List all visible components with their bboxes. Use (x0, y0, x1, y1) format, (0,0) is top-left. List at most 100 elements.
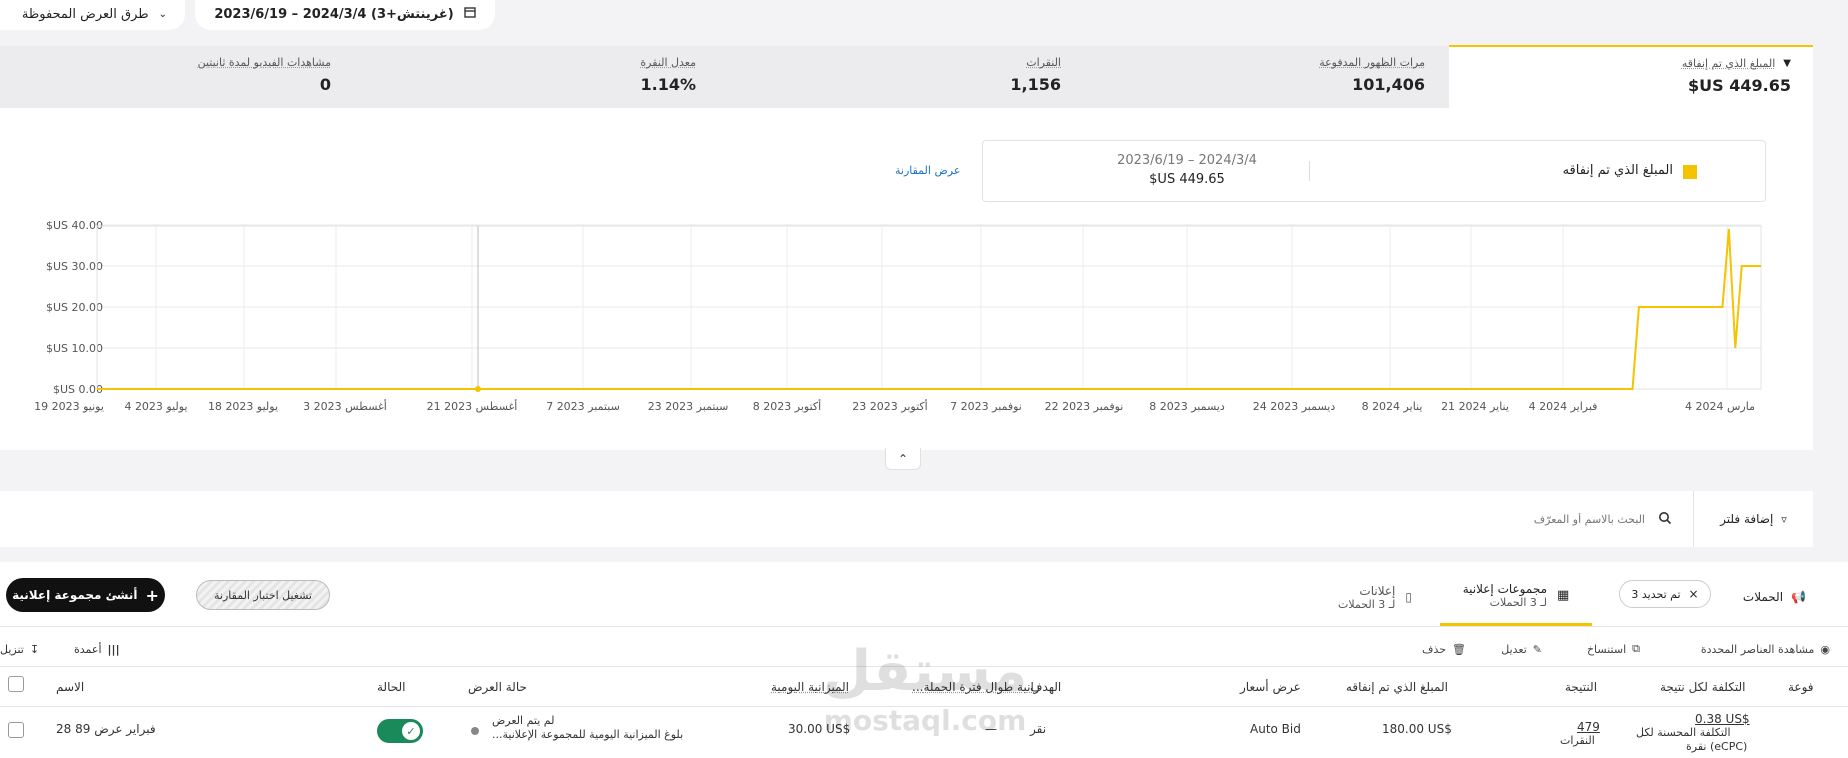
y-tick-label: $US 10.00 (46, 342, 103, 355)
caret-down-icon[interactable]: ▼ (1783, 58, 1791, 69)
tabs-divider (0, 626, 1848, 627)
tab-ads-label: إعلانات (1359, 583, 1396, 598)
metric-ctr[interactable]: معدل النقرة 1.14% (500, 46, 696, 108)
collapse-chart-button[interactable]: ⌃ (885, 448, 921, 470)
cell-goal: نقر (1030, 722, 1047, 736)
cell-cost-value[interactable]: 0.38 US$ (1695, 712, 1750, 726)
run-test-button[interactable]: تشغيل اختبار المقارنة (196, 580, 330, 610)
metric-impressions[interactable]: مرات الظهور المدفوعة 101,406 (1180, 46, 1425, 108)
search-input[interactable] (1200, 505, 1645, 533)
megaphone-icon: 📢 (1791, 590, 1806, 604)
col-delivery[interactable]: حالة العرض (468, 680, 527, 694)
metric-ctr-label: معدل النقرة (640, 56, 696, 69)
date-range-button[interactable]: 2023/6/19 – 2024/3/4 (غرينتش+3) (195, 0, 495, 30)
x-tick-label: 18 يوليو 2023 (208, 400, 278, 413)
series-line (97, 229, 1761, 390)
eye-icon: ◉ (1820, 642, 1830, 656)
col-result[interactable]: النتيجة (1565, 680, 1597, 694)
toggle-knob: ✓ (402, 722, 420, 740)
tab-ad-groups-sub: لـ 3 الحملات (1489, 596, 1547, 609)
y-tick-label: $US 0.00 (53, 383, 103, 396)
x-tick-label: 4 فبراير 2024 (1529, 400, 1598, 413)
tab-campaigns[interactable]: الحملات 📢 (1718, 582, 1806, 612)
cell-spent: 180.00 US$ (1382, 722, 1452, 736)
columns-label: أعمدة (74, 642, 102, 656)
cell-result-value[interactable]: 479 (1577, 720, 1600, 734)
x-tick-label: 21 أغسطس 2023 (427, 399, 518, 413)
metric-impressions-label: مرات الظهور المدفوعة (1319, 56, 1425, 69)
col-daily-budget[interactable]: الميزانية اليومية (771, 680, 849, 694)
col-status[interactable]: الحالة (377, 680, 405, 694)
edit-button[interactable]: تعديل ✎ (1480, 638, 1542, 660)
x-tick-label: 8 يناير 2024 (1362, 400, 1423, 413)
x-tick-label: 7 نوفمبر 2023 (950, 400, 1022, 413)
selected-chip[interactable]: تم تحديد 3 × (1619, 580, 1711, 608)
cell-cost-sub1: التكلفة المحسنة لكل (1636, 726, 1731, 739)
metric-impressions-value: 101,406 (1352, 75, 1425, 94)
cell-cost-sub2: نقرة (eCPC) (1686, 740, 1748, 753)
chevron-down-icon: ⌄ (158, 8, 167, 20)
x-tick-label: 8 أكتوبر 2023 (753, 399, 821, 413)
close-icon[interactable]: × (1689, 587, 1699, 601)
add-filter-button[interactable]: إضافة فلتر ▿ (1693, 491, 1813, 547)
tab-campaigns-label: الحملات (1742, 590, 1784, 604)
table-card: الحملات 📢 تم تحديد 3 × مجموعات إعلانية ل… (0, 562, 1848, 758)
x-tick-label: 7 سبتمبر 2023 (546, 400, 620, 413)
tab-ad-groups[interactable]: مجموعات إعلانية لـ 3 الحملات ▦ (1440, 568, 1592, 626)
duplicate-button[interactable]: استنساخ ⧉ (1560, 638, 1640, 660)
col-bid[interactable]: عرض أسعار (1240, 680, 1301, 694)
columns-button[interactable]: أعمدة ||| (74, 638, 130, 660)
delete-label: حذف (1422, 642, 1447, 656)
x-tick-label: 4 مارس 2024 (1685, 400, 1755, 413)
columns-icon: ||| (107, 642, 120, 656)
edit-label: تعديل (1501, 642, 1527, 656)
select-all-checkbox[interactable] (8, 676, 24, 692)
header-divider-top (0, 666, 1848, 667)
download-icon: ↧ (29, 642, 40, 656)
grid-icon: ▦ (1557, 588, 1570, 603)
copy-icon: ⧉ (1632, 642, 1640, 655)
x-tick-label: 8 ديسمبر 2023 (1149, 400, 1225, 413)
delivery-dot (471, 727, 479, 735)
row-checkbox[interactable] (8, 722, 24, 738)
metric-video-views-value: 0 (319, 75, 331, 94)
spend-chart: $US 0.00 $US 10.00 $US 20.00 $US 30.00 $US 4… (34, 219, 1762, 413)
cell-daily: 30.00 US$ (788, 722, 851, 736)
col-name[interactable]: الاسم (56, 680, 84, 694)
metric-ctr-value: 1.14% (640, 75, 696, 94)
col-lifetime-budget[interactable]: ...زانية طوال فترة الحملة (912, 680, 1040, 694)
metric-video-views[interactable]: مشاهدات الفيديو لمدة ثانيتين 0 (100, 46, 331, 108)
delete-button[interactable]: حذف 🗑 (1410, 638, 1466, 660)
metric-clicks[interactable]: النقرات 1,156 (880, 46, 1061, 108)
tab-ad-groups-label: مجموعات إعلانية (1462, 582, 1547, 596)
y-tick-label: $US 40.00 (46, 219, 103, 232)
metric-clicks-label: النقرات (1026, 56, 1061, 69)
x-tick-label: 3 أغسطس 2023 (303, 399, 387, 413)
filter-bar: إضافة فلتر ▿ (0, 491, 1813, 547)
create-ad-group-button[interactable]: أنشئ مجموعة إعلانية + (6, 578, 165, 612)
status-toggle[interactable]: ✓ (377, 719, 423, 743)
col-effective[interactable]: فوعة (1788, 680, 1814, 694)
calendar-icon (463, 6, 476, 22)
cell-name[interactable]: 28 فبراير عرض 89 (56, 722, 156, 736)
plus-icon: + (145, 585, 159, 605)
metric-clicks-value: 1,156 (1010, 75, 1061, 94)
view-selected-button[interactable]: مشاهدة العناصر المحددة ◉ (1650, 638, 1830, 660)
hover-point (475, 386, 481, 392)
col-cost-per-result[interactable]: التكلفة لكل نتيجة (1660, 680, 1745, 694)
x-tick-label: 24 ديسمبر 2023 (1253, 400, 1336, 413)
col-spent[interactable]: المبلغ الذي تم إنفاقه (1346, 680, 1448, 694)
metric-spent[interactable]: المبلغ الذي تم إنفاقه ▼ $US 449.65 (1449, 45, 1813, 109)
phone-icon: ▯ (1405, 590, 1412, 604)
cell-delivery1: لم يتم العرض (492, 714, 555, 727)
trash-icon: 🗑 (1452, 642, 1466, 656)
saved-views-label: طرق العرض المحفوظة (21, 6, 149, 22)
table-row[interactable] (0, 707, 1848, 758)
download-button[interactable]: تنزيل ↧ (0, 638, 60, 660)
x-tick-label: 22 نوفمبر 2023 (1045, 400, 1124, 413)
x-tick-label: 21 يناير 2024 (1441, 400, 1509, 413)
saved-views-button[interactable]: طرق العرض المحفوظة ⌄ (0, 0, 185, 30)
y-tick-label: $US 30.00 (46, 260, 103, 273)
chevron-up-icon: ⌃ (897, 451, 909, 466)
tab-ads[interactable]: إعلانات لـ 3 الحملات ▯ (1320, 568, 1430, 626)
